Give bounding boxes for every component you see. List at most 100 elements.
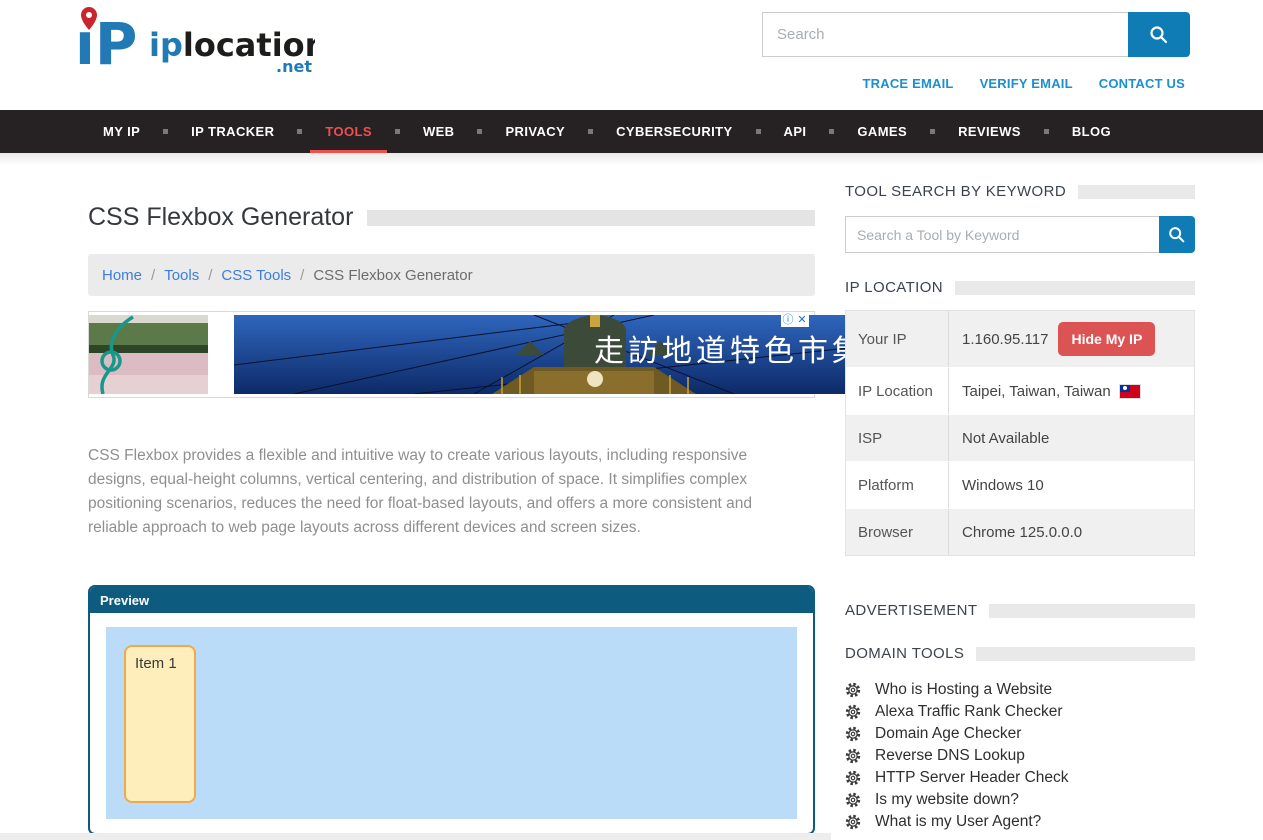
domain-tool-link[interactable]: Domain Age Checker (875, 726, 1021, 742)
domain-tools-heading-text: DOMAIN TOOLS (845, 645, 964, 662)
row-value: Windows 10 (948, 462, 1194, 508)
nav-item-my-ip[interactable]: MY IP (88, 110, 155, 153)
breadcrumb-current: CSS Flexbox Generator (313, 267, 472, 284)
nav-separator (756, 129, 761, 134)
domain-tools-heading: DOMAIN TOOLS (845, 645, 1195, 662)
nav-item-tools[interactable]: TOOLS (310, 110, 387, 153)
tool-search-heading: TOOL SEARCH BY KEYWORD (845, 183, 1195, 200)
search-button[interactable] (1128, 12, 1190, 57)
trace-email-link[interactable]: TRACE EMAIL (863, 76, 954, 91)
breadcrumb-css-tools[interactable]: CSS Tools (221, 267, 291, 284)
site-search (762, 12, 1190, 57)
nav-item-api[interactable]: API (769, 110, 822, 153)
nav-item-privacy[interactable]: PRIVACY (490, 110, 580, 153)
advertisement-heading-text: ADVERTISEMENT (845, 602, 977, 619)
ip-info-table: Your IP 1.160.95.117 Hide My IP IP Locat… (845, 310, 1195, 556)
domain-tool-website-down[interactable]: Is my website down? (845, 792, 1195, 808)
row-label: Your IP (846, 331, 948, 348)
breadcrumb-home[interactable]: Home (102, 267, 142, 284)
breadcrumb-tools[interactable]: Tools (164, 267, 199, 284)
domain-tool-user-agent[interactable]: What is my User Agent? (845, 814, 1195, 830)
hide-my-ip-button[interactable]: Hide My IP (1058, 322, 1155, 356)
breadcrumb: Home / Tools / CSS Tools / CSS Flexbox G… (88, 254, 815, 296)
preview-header: Preview (90, 587, 813, 613)
footer-top-strip (0, 833, 831, 840)
row-value: Chrome 125.0.0.0 (948, 509, 1194, 555)
row-label: IP Location (846, 383, 948, 400)
nav-separator (163, 129, 168, 134)
domain-tool-http-header[interactable]: HTTP Server Header Check (845, 770, 1195, 786)
domain-tool-link[interactable]: Who is Hosting a Website (875, 682, 1052, 698)
ad-banner: 走訪地道特色市集 ⓘ ✕ (88, 311, 815, 398)
main-content: CSS Flexbox Generator Home / Tools / CSS… (88, 203, 815, 835)
search-input[interactable] (762, 12, 1128, 57)
logo-graphic: ıP iplocation .net (75, 6, 315, 74)
gear-icon (845, 814, 861, 830)
row-value: 1.160.95.117 Hide My IP (948, 311, 1194, 367)
preview-body: Item 1 (90, 613, 813, 833)
flexbox-container: Item 1 (106, 627, 797, 819)
domain-tool-alexa-rank[interactable]: Alexa Traffic Rank Checker (845, 704, 1195, 720)
taiwan-flag-icon (1120, 385, 1140, 398)
nav-item-cybersecurity[interactable]: CYBERSECURITY (601, 110, 747, 153)
heading-decoration-bar (1078, 185, 1195, 199)
ad-image-left[interactable] (89, 315, 208, 394)
nav-item-ip-tracker[interactable]: IP TRACKER (176, 110, 289, 153)
browser-value: Chrome 125.0.0.0 (962, 524, 1082, 541)
ip-address-value: 1.160.95.117 (962, 331, 1048, 348)
platform-value: Windows 10 (962, 477, 1044, 494)
site-logo[interactable]: ıP iplocation .net (75, 6, 315, 79)
nav-item-web[interactable]: WEB (408, 110, 470, 153)
heading-decoration-bar (976, 647, 1195, 661)
row-label: ISP (846, 430, 948, 447)
ip-location-heading: IP LOCATION (845, 279, 1195, 296)
header-links: TRACE EMAIL VERIFY EMAIL CONTACT US (863, 76, 1185, 91)
nav-item-blog[interactable]: BLOG (1057, 110, 1126, 153)
nav-separator (477, 129, 482, 134)
advertisement-heading: ADVERTISEMENT (845, 602, 1195, 619)
nav-item-reviews[interactable]: REVIEWS (943, 110, 1036, 153)
breadcrumb-separator: / (151, 267, 155, 284)
ip-location-value: Taipei, Taiwan, Taiwan (962, 383, 1111, 400)
tool-search-input[interactable] (845, 216, 1159, 253)
table-row-isp: ISP Not Available (846, 414, 1194, 461)
verify-email-link[interactable]: VERIFY EMAIL (980, 76, 1073, 91)
domain-tool-link[interactable]: What is my User Agent? (875, 814, 1041, 830)
row-label: Browser (846, 524, 948, 541)
page-title: CSS Flexbox Generator (88, 203, 353, 232)
nav-separator (829, 129, 834, 134)
tool-search-heading-text: TOOL SEARCH BY KEYWORD (845, 183, 1066, 200)
domain-tool-domain-age[interactable]: Domain Age Checker (845, 726, 1195, 742)
row-value: Taipei, Taiwan, Taiwan (948, 368, 1194, 414)
gear-icon (845, 726, 861, 742)
domain-tool-link[interactable]: Is my website down? (875, 792, 1019, 808)
domain-tool-link[interactable]: Reverse DNS Lookup (875, 748, 1025, 764)
heading-decoration-bar (989, 604, 1195, 618)
title-decoration-bar (367, 210, 815, 226)
table-row-ip-location: IP Location Taipei, Taiwan, Taiwan (846, 367, 1194, 414)
heading-decoration-bar (955, 281, 1195, 295)
table-row-your-ip: Your IP 1.160.95.117 Hide My IP (846, 311, 1194, 367)
nav-item-games[interactable]: GAMES (842, 110, 922, 153)
ip-location-heading-text: IP LOCATION (845, 279, 943, 296)
main-nav: MY IP IP TRACKER TOOLS WEB PRIVACY CYBER… (0, 110, 1263, 153)
breadcrumb-separator: / (208, 267, 212, 284)
domain-tool-link[interactable]: Alexa Traffic Rank Checker (875, 704, 1063, 720)
domain-tool-link[interactable]: HTTP Server Header Check (875, 770, 1069, 786)
tool-description: CSS Flexbox provides a flexible and intu… (88, 444, 804, 540)
ad-close-icon[interactable]: ✕ (795, 313, 809, 327)
domain-tool-hosting[interactable]: Who is Hosting a Website (845, 682, 1195, 698)
preview-title: Preview (100, 593, 149, 608)
ad-info-icon[interactable]: ⓘ (781, 313, 795, 327)
tool-search-button[interactable] (1159, 216, 1195, 253)
flexbox-item-1[interactable]: Item 1 (124, 645, 196, 803)
isp-value: Not Available (962, 430, 1049, 447)
domain-tools-list: Who is Hosting a Website Alexa Traffic R… (845, 682, 1195, 830)
domain-tool-reverse-dns[interactable]: Reverse DNS Lookup (845, 748, 1195, 764)
nav-separator (588, 129, 593, 134)
contact-us-link[interactable]: CONTACT US (1099, 76, 1185, 91)
ad-controls: ⓘ ✕ (781, 313, 809, 327)
preview-card: Preview Item 1 (88, 585, 815, 835)
row-value: Not Available (948, 415, 1194, 461)
tool-search (845, 216, 1195, 253)
